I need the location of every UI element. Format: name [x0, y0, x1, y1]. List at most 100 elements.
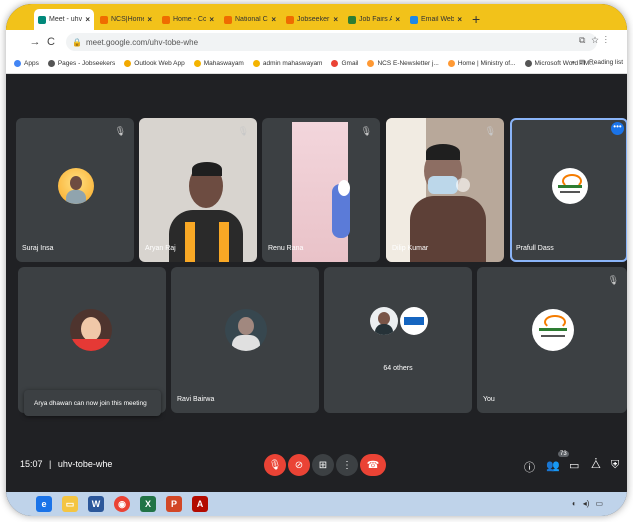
- new-tab-button[interactable]: +: [472, 9, 480, 30]
- excel-icon[interactable]: X: [140, 496, 156, 512]
- flag-icon: [447, 60, 455, 67]
- participant-name: Renu Rana: [268, 245, 304, 252]
- mahaswayam-icon: [252, 60, 260, 67]
- ncs-icon: [224, 15, 232, 24]
- participant-name: Aryan Raj: [145, 245, 176, 252]
- chevron-right-icon: »: [571, 58, 575, 66]
- participant-name: Prafull Dass: [516, 245, 554, 252]
- more-options-button[interactable]: ⋮: [336, 454, 358, 476]
- avatar: [58, 168, 94, 204]
- mic-toggle-button[interactable]: 🎙: [264, 454, 286, 476]
- reload-icon[interactable]: C: [44, 36, 58, 48]
- ncs-logo: [552, 168, 588, 204]
- separator: |: [49, 459, 52, 469]
- system-tray[interactable]: ◐ ◂) ▭: [572, 499, 603, 508]
- volume-icon: ◂): [582, 499, 590, 508]
- participant-tile[interactable]: 🎙 Renu Rana: [262, 118, 380, 262]
- page-icon: [47, 60, 55, 67]
- bookmark-mahaswayam[interactable]: Mahaswayam: [193, 60, 244, 67]
- tab-home-content[interactable]: Home - Conte ×: [158, 9, 218, 30]
- chrome-icon[interactable]: ◉: [114, 496, 130, 512]
- page-icon: [524, 60, 532, 67]
- tab-strip: Meet - uhv × NCS|Home N × Home - Conte ×…: [6, 4, 627, 30]
- lock-icon: 🔒: [72, 37, 82, 47]
- present-icon: ⊞: [318, 459, 328, 471]
- avatar: [370, 307, 398, 335]
- participant-tile[interactable]: 64 others: [324, 267, 472, 413]
- bookmark-apps[interactable]: Apps: [14, 60, 39, 67]
- browser-window: Meet - uhv × NCS|Home N × Home - Conte ×…: [6, 4, 627, 516]
- close-icon[interactable]: ×: [85, 15, 90, 24]
- info-icon[interactable]: ⓘ: [524, 459, 535, 475]
- ncs-logo: [532, 309, 574, 351]
- mic-off-icon: 🎙: [484, 126, 496, 136]
- mic-off-icon: 🎙: [114, 126, 126, 136]
- ncs-icon: [100, 15, 108, 24]
- tab-job-fairs[interactable]: Job Fairs All ×: [344, 9, 404, 30]
- reading-list-icon: ▤: [578, 59, 586, 66]
- bookmarks-bar: Apps Pages - Jobseekers Outlook Web App …: [6, 54, 627, 74]
- close-icon[interactable]: ×: [271, 15, 276, 24]
- participant-tile[interactable]: 🎙 Aryan Raj: [139, 118, 257, 262]
- camera-toggle-button[interactable]: ⊘: [288, 454, 310, 476]
- group-logo-avatar: [400, 307, 428, 335]
- participant-tile[interactable]: ••• Prafull Dass: [510, 118, 627, 262]
- word-icon[interactable]: W: [88, 496, 104, 512]
- apps-icon: [14, 60, 21, 67]
- reading-list[interactable]: » ▤ Reading list: [571, 58, 623, 67]
- close-icon[interactable]: ×: [333, 15, 338, 24]
- forward-icon[interactable]: →: [28, 36, 42, 48]
- file-explorer-icon[interactable]: ▭: [62, 496, 78, 512]
- windows-taskbar: e ▭ W ◉ X P A ◐ ◂) ▭: [6, 492, 627, 516]
- activities-icon[interactable]: ⧊: [591, 459, 601, 472]
- bookmark-gmail[interactable]: Gmail: [331, 60, 358, 67]
- ncs-icon: [286, 15, 294, 24]
- battery-icon: ▭: [595, 499, 603, 508]
- powerpoint-icon[interactable]: P: [166, 496, 182, 512]
- self-tile[interactable]: 🎙 You: [477, 267, 627, 413]
- join-notification: Arya dhawan can now join this meeting: [24, 390, 161, 416]
- hang-up-icon: ☎: [366, 459, 380, 471]
- leave-call-button[interactable]: ☎: [360, 454, 386, 476]
- close-icon[interactable]: ×: [147, 15, 152, 24]
- present-button[interactable]: ⊞: [312, 454, 334, 476]
- participant-count-badge: 73: [558, 451, 569, 457]
- participant-tile[interactable]: 🎙 Suraj Insa: [16, 118, 134, 262]
- email-icon: [410, 15, 418, 24]
- participant-name: Suraj Insa: [22, 245, 54, 252]
- ncs-icon: [162, 15, 170, 24]
- people-icon[interactable]: 👥: [546, 459, 560, 472]
- bookmark-jobseekers[interactable]: Pages - Jobseekers: [47, 60, 115, 67]
- tab-ncs-home[interactable]: NCS|Home N ×: [96, 9, 156, 30]
- address-bar[interactable]: 🔒 meet.google.com/uhv-tobe-whe: [66, 33, 597, 51]
- close-icon[interactable]: ×: [209, 15, 214, 24]
- bookmark-ministry[interactable]: Home | Ministry of...: [447, 60, 516, 67]
- chat-icon[interactable]: ▭: [569, 459, 579, 472]
- participant-tile[interactable]: 🎙 Dilip Kumar: [386, 118, 504, 262]
- mic-off-icon: 🎙: [237, 126, 249, 136]
- participant-name: You: [483, 396, 495, 403]
- bookmark-admin[interactable]: admin mahaswayam: [252, 60, 322, 67]
- camera-off-icon: ⊘: [294, 459, 304, 471]
- toolbar-icons[interactable]: ⧉☆⋮: [579, 35, 613, 46]
- meeting-time: 15:07: [20, 459, 43, 469]
- mic-off-icon: 🎙: [268, 459, 282, 471]
- bookmark-ncs-newsletter[interactable]: NCS E-Newsletter j...: [367, 60, 439, 67]
- close-icon[interactable]: ×: [395, 15, 400, 24]
- tab-national-career[interactable]: National Care ×: [220, 9, 280, 30]
- tab-email[interactable]: Email Web C ×: [406, 9, 466, 30]
- mic-off-icon: 🎙: [607, 275, 619, 285]
- bookmark-outlook[interactable]: Outlook Web App: [124, 60, 185, 67]
- close-icon[interactable]: ×: [457, 15, 462, 24]
- participant-tile[interactable]: Ravi Bairwa: [171, 267, 319, 413]
- navigation-bar: → C 🔒 meet.google.com/uhv-tobe-whe ⧉☆⋮: [6, 30, 627, 54]
- host-controls-icon[interactable]: ⛨: [611, 459, 619, 472]
- tab-jobseeker[interactable]: Jobseeker Re ×: [282, 9, 342, 30]
- meeting-code: uhv-tobe-whe: [57, 459, 113, 469]
- more-options-icon[interactable]: •••: [611, 122, 624, 135]
- acrobat-icon[interactable]: A: [192, 496, 208, 512]
- more-vertical-icon: ⋮: [342, 459, 352, 471]
- edge-icon[interactable]: e: [36, 496, 52, 512]
- tab-meet[interactable]: Meet - uhv ×: [34, 9, 94, 30]
- avatar: [225, 309, 267, 351]
